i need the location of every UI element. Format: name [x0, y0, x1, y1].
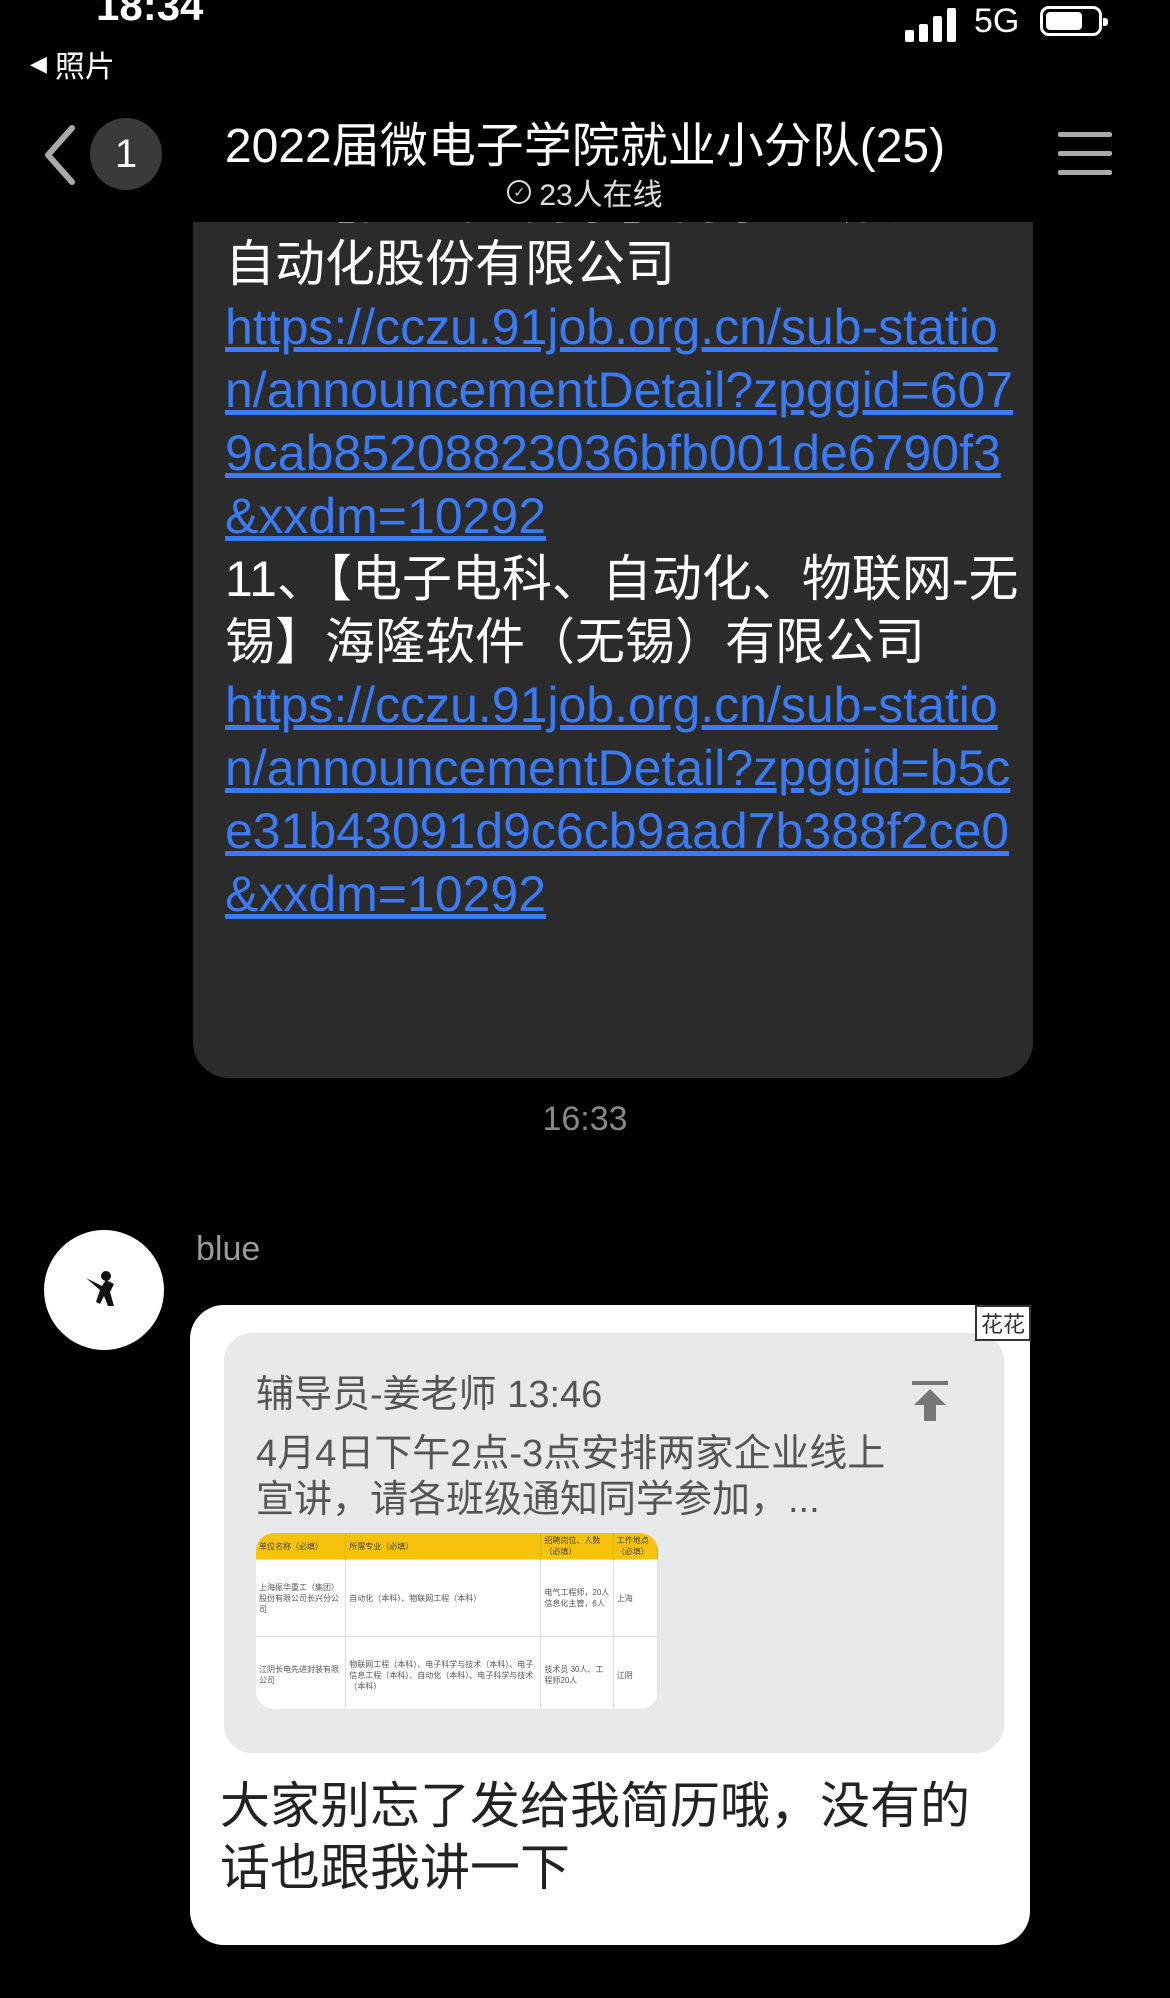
table-cell: 江阴 [613, 1636, 658, 1709]
chat-title: 2022届微电子学院就业小分队(25) [224, 120, 946, 173]
message-link[interactable]: https://cczu.91job.org.cn/sub-station/an… [225, 674, 1025, 926]
avatar-figure-icon [86, 1271, 114, 1306]
signal-icon [905, 6, 956, 42]
message-content: 10、【自动化-南京】南京埃斯顿 自动化股份有限公司 https://cczu.… [225, 173, 1025, 926]
message-bubble[interactable]: 辅导员-姜老师 13:46 4月4日下午2点-3点安排两家企业线上宣讲，请各班级… [190, 1305, 1030, 1945]
quoted-image-table[interactable]: 单位名称（必填） 所需专业（必填） 招聘岗位、人数（必填） 工作地点（必填） 上… [256, 1533, 658, 1709]
back-triangle-icon: ◀ [30, 51, 47, 76]
table-cell: 技术员 30人、工程师20人 [540, 1636, 614, 1709]
online-status: ✓ 23人在线 [150, 170, 1020, 214]
table-row: 上海振华重工（集团）股份有限公司长兴分公司 自动化（本科）、物联网工程（本科） … [256, 1559, 658, 1637]
sender-name: blue [196, 1230, 261, 1268]
table-cell: 上海 [613, 1559, 658, 1637]
table-cell: 电气工程师，20人 信息化主管，6人 [540, 1559, 614, 1637]
check-circle-icon: ✓ [507, 180, 532, 204]
table-cell: 物联网工程（本科）、电子科学与技术（本科）、电子信息工程（本科）、自动化（本科）… [345, 1636, 542, 1709]
message-text: 自动化股份有限公司 [225, 236, 675, 292]
quoted-message[interactable]: 辅导员-姜老师 13:46 4月4日下午2点-3点安排两家企业线上宣讲，请各班级… [224, 1333, 1004, 1753]
table-cell: 自动化（本科）、物联网工程（本科） [345, 1559, 542, 1637]
table-cell: 上海振华重工（集团）股份有限公司长兴分公司 [256, 1559, 347, 1637]
table-cell: 江阴长电先进封装有限公司 [256, 1636, 347, 1709]
back-app-label: 照片 [54, 51, 115, 84]
pin-to-top-icon[interactable] [910, 1379, 950, 1423]
message-text: 11、【电子电科、自动化、物联网-无锡】海隆软件（无锡）有限公司 [225, 551, 1019, 670]
network-type: 5G [974, 2, 1020, 40]
back-chevron-icon[interactable] [40, 120, 80, 190]
online-count: 23人在线 [539, 179, 663, 212]
status-time: 18:34 [96, 0, 204, 29]
message-bubble[interactable]: 10、【自动化-南京】南京埃斯顿 自动化股份有限公司 https://cczu.… [193, 140, 1033, 1078]
message-link[interactable]: https://cczu.91job.org.cn/sub-station/an… [225, 296, 1025, 548]
quote-text: 4月4日下午2点-3点安排两家企业线上宣讲，请各班级通知同学参加，... [256, 1433, 886, 1521]
avatar[interactable] [44, 1230, 164, 1350]
chat-header: 1 2022届微电子学院就业小分队(25) ✓ 23人在线 [0, 90, 1170, 220]
table-header: 招聘岗位、人数（必填） [540, 1533, 614, 1560]
table-header: 单位名称（必填） [256, 1533, 347, 1560]
menu-icon[interactable] [1058, 132, 1112, 189]
message-text: 大家别忘了发给我简历哦，没有的话也跟我讲一下 [220, 1778, 970, 1896]
message-timestamp: 16:33 [542, 1100, 628, 1138]
bubble-tag: 花花 [975, 1305, 1032, 1341]
battery-icon [1040, 6, 1108, 36]
back-to-app[interactable]: ◀ 照片 [30, 42, 115, 86]
status-bar: 18:34 ◀ 照片 5G [0, 0, 1170, 84]
table-header: 所需专业（必填） [345, 1533, 542, 1560]
table-header: 工作地点（必填） [613, 1533, 658, 1560]
table-row: 江阴长电先进封装有限公司 物联网工程（本科）、电子科学与技术（本科）、电子信息工… [256, 1636, 658, 1709]
quote-meta: 辅导员-姜老师 13:46 [256, 1374, 603, 1416]
